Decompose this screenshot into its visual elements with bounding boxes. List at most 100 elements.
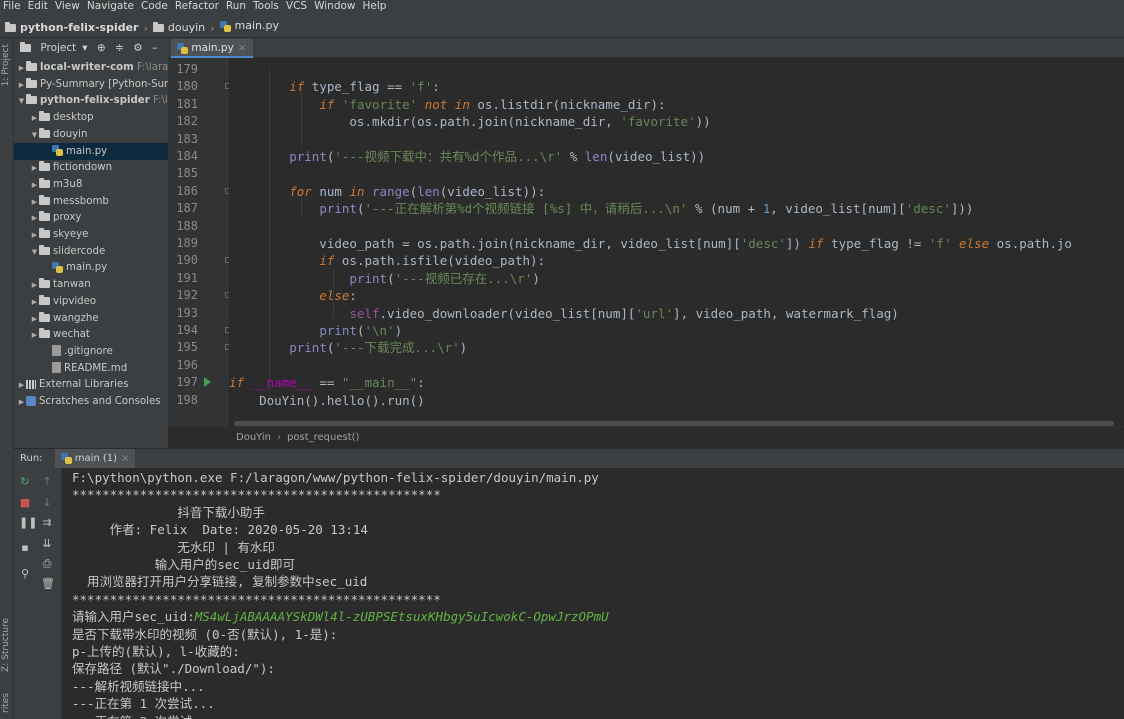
folder-icon [152,21,164,32]
collapsed-arrow-icon[interactable]: ▶ [17,77,26,93]
menu-tools[interactable]: Tools [253,0,279,13]
print-icon[interactable]: ⎙ [41,558,53,570]
hide-icon[interactable]: – [152,42,157,54]
collapsed-arrow-icon[interactable]: ▶ [30,327,39,343]
tree-item[interactable]: ▶ skyeye [14,226,168,243]
collapsed-arrow-icon[interactable]: ▶ [30,194,39,210]
tree-item[interactable]: .gitignore [14,343,168,360]
nav-crumb-project[interactable]: python-felix-spider [5,16,139,40]
tree-item[interactable]: ▶ vipvideo [14,293,168,310]
tab-main-py[interactable]: main.py × [171,39,253,58]
close-icon[interactable]: × [238,42,247,54]
tree-item[interactable]: ▶ Scratches and Consoles [14,393,168,410]
collapsed-arrow-icon[interactable]: ▶ [30,110,39,126]
tree-item[interactable]: README.md [14,360,168,377]
tree-item[interactable]: ▶ desktop [14,109,168,126]
tree-item[interactable]: main.py [14,259,168,276]
favorites-tool-button[interactable]: rites [1,693,11,713]
run-tab-main[interactable]: main (1) × [54,449,136,468]
project-view-dropdown[interactable]: Project ▾ [20,42,88,54]
menu-run[interactable]: Run [226,0,246,13]
tree-item[interactable]: ▼ python-felix-spider F:\lar [14,92,168,109]
console-line: 是否下载带水印的视频 (0-否(默认), 1-是): [72,626,338,642]
tree-item[interactable]: ▶ wechat [14,326,168,343]
navigation-bar: python-felix-spider › douyin › main.py [0,14,1124,38]
run-console[interactable]: F:\python\python.exe F:/laragon/www/pyth… [62,468,1124,719]
expanded-arrow-icon[interactable]: ▼ [17,93,26,109]
menu-navigate[interactable]: Navigate [87,0,134,13]
breadcrumb-class[interactable]: DouYin [236,432,271,443]
tree-item[interactable]: ▼ slidercode [14,243,168,260]
tree-item[interactable]: ▶ Py-Summary [Python-Sum [14,76,168,93]
menu-refactor[interactable]: Refactor [175,0,219,13]
expanded-arrow-icon[interactable]: ▼ [30,127,39,143]
collapsed-arrow-icon[interactable]: ▶ [30,227,39,243]
line-number: 197 [176,375,198,390]
rerun-icon[interactable]: ↻ [19,476,31,488]
pin-icon[interactable]: ⚲ [19,568,31,580]
expanded-arrow-icon[interactable]: ▼ [30,244,39,260]
collapsed-arrow-icon[interactable]: ▶ [30,177,39,193]
code-line: if __name__ == "__main__": [229,375,425,391]
up-arrow-icon[interactable]: ↑ [41,476,53,488]
console-line: 请输入用户sec_uid:MS4wLjABAAAAYSkDWl4l-zUBPSE… [72,609,609,625]
collapsed-arrow-icon[interactable]: ▶ [30,160,39,176]
scroll-to-end-icon[interactable]: ⇊ [41,538,53,550]
menu-vcs[interactable]: VCS [286,0,307,13]
menu-file[interactable]: File [3,0,21,13]
collapse-icon[interactable]: ≑ [115,42,124,54]
menu-window[interactable]: Window [314,0,355,13]
tree-item-label: Scratches and Consoles [39,396,161,407]
down-arrow-icon[interactable]: ↓ [41,497,53,509]
collapsed-arrow-icon[interactable]: ▶ [30,294,39,310]
line-number: 186 [176,183,198,198]
tree-item[interactable]: ▶ fictiondown [14,159,168,176]
tree-item[interactable]: main.py [14,142,168,160]
python-file-icon [177,42,188,54]
tree-item[interactable]: ▶ tanwan [14,276,168,293]
gear-icon[interactable]: ⚙ [133,42,142,54]
tree-item[interactable]: ▶ messbomb [14,193,168,210]
collapsed-arrow-icon[interactable]: ▶ [30,277,39,293]
tree-item-label: wechat [53,329,90,341]
trash-icon[interactable]: 🗑 [41,578,55,590]
breadcrumb-method[interactable]: post_request() [287,432,359,443]
tree-item[interactable]: ▶ m3u8 [14,176,168,193]
structure-tool-button[interactable]: Z: Structure [1,618,11,672]
menu-edit[interactable]: Edit [28,0,48,13]
tree-item[interactable]: ▶ External Libraries [14,376,168,393]
collapsed-arrow-icon[interactable]: ▶ [30,210,39,226]
target-icon[interactable]: ⊕ [97,42,106,54]
close-icon[interactable]: × [121,453,129,464]
line-number: 183 [176,131,198,146]
tree-item[interactable]: ▶ wangzhe [14,310,168,327]
soft-wrap-icon[interactable]: ⇉ [41,517,53,529]
nav-crumb-file[interactable]: main.py [219,14,279,38]
collapsed-arrow-icon[interactable]: ▶ [17,60,26,76]
collapsed-arrow-icon[interactable]: ▶ [30,311,39,327]
run-gutter-icon[interactable] [204,377,211,388]
tree-item[interactable]: ▶ local-writer-com F:\larago [14,59,168,76]
code-line: if 'favorite' not in os.listdir(nickname… [319,96,666,112]
line-number: 179 [176,62,198,76]
console-line: 无水印 | 有水印 [72,539,275,555]
collapsed-arrow-icon[interactable]: ▶ [17,394,26,410]
tree-item[interactable]: ▼ douyin [14,126,168,143]
code-editor[interactable]: if type_flag == 'f': if 'favorite' not i… [229,58,1124,426]
collapsed-arrow-icon[interactable]: ▶ [17,377,26,393]
stop-icon[interactable]: ■ [19,497,31,509]
menu-view[interactable]: View [55,0,80,13]
menu-code[interactable]: Code [141,0,168,13]
pause-icon[interactable]: ❚❚ [19,517,37,529]
layout-icon[interactable]: ▪ [19,542,31,554]
tree-item-path: F:\larago [136,62,168,73]
console-line: ****************************************… [72,487,441,503]
tree-item-label: vipvideo [53,295,97,307]
project-tool-button[interactable]: 1: Project [1,44,11,86]
code-line: print('---视频下载中：共有%d个作品...\r' % len(vide… [289,149,706,164]
console-line: 用浏览器打开用户分享链接, 复制参数中sec_uid [72,574,368,590]
tree-item[interactable]: ▶ proxy [14,209,168,226]
scratch-icon [26,396,36,406]
nav-crumb-folder[interactable]: douyin [152,16,205,40]
menu-help[interactable]: Help [363,0,387,13]
